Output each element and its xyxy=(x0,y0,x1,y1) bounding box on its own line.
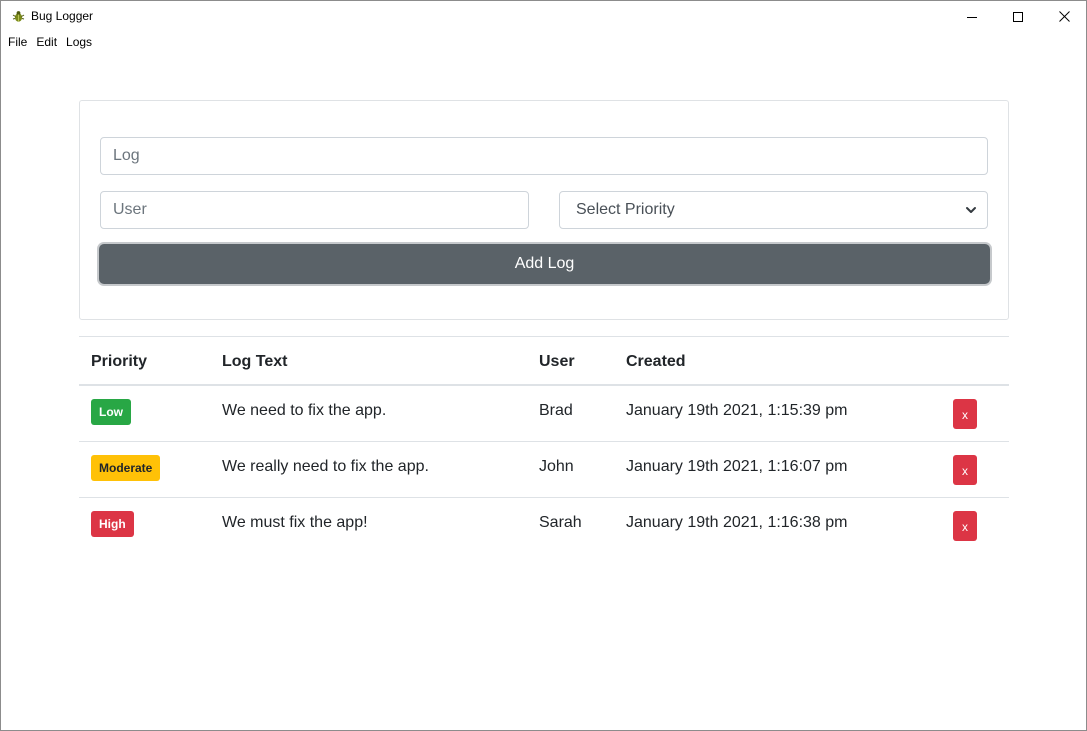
menu-file[interactable]: File xyxy=(1,32,33,52)
log-user: Sarah xyxy=(539,514,582,531)
log-created: January 19th 2021, 1:16:07 pm xyxy=(626,458,848,475)
priority-select-value: Select Priority xyxy=(576,201,675,218)
header-log-text: Log Text xyxy=(222,353,288,370)
header-user: User xyxy=(539,353,575,370)
priority-badge-moderate: Moderate xyxy=(91,455,161,481)
delete-button[interactable]: x xyxy=(953,399,977,429)
log-text: We really need to fix the app. xyxy=(222,458,429,475)
table-row: Low We need to fix the app. Brad January… xyxy=(79,386,1009,442)
log-placeholder: Log xyxy=(113,147,140,164)
logs-table: Priority Log Text User Created Low We ne… xyxy=(79,336,1009,554)
delete-button[interactable]: x xyxy=(953,511,977,541)
priority-badge-high: High xyxy=(91,511,134,537)
minimize-icon xyxy=(967,16,977,18)
add-log-form: Log User Select Priority Add Log xyxy=(79,100,1009,320)
header-created: Created xyxy=(626,353,686,370)
table-row: Moderate We really need to fix the app. … xyxy=(79,442,1009,498)
chevron-down-icon xyxy=(966,207,976,213)
maximize-button[interactable] xyxy=(995,1,1041,32)
table-header: Priority Log Text User Created xyxy=(79,336,1009,386)
log-created: January 19th 2021, 1:16:38 pm xyxy=(626,514,848,531)
app-window: Bug Logger File Edit Logs Log User Selec… xyxy=(0,0,1087,731)
table-row: High We must fix the app! Sarah January … xyxy=(79,498,1009,554)
close-icon xyxy=(1058,11,1070,22)
log-input[interactable]: Log xyxy=(100,137,988,175)
user-input[interactable]: User xyxy=(100,191,529,229)
priority-badge-low: Low xyxy=(91,399,131,425)
log-text: We must fix the app! xyxy=(222,514,368,531)
header-priority: Priority xyxy=(91,353,148,370)
menu-edit[interactable]: Edit xyxy=(33,32,63,52)
menu-bar: File Edit Logs xyxy=(1,32,98,52)
log-text: We need to fix the app. xyxy=(222,402,387,419)
user-placeholder: User xyxy=(113,201,147,218)
menu-logs[interactable]: Logs xyxy=(63,32,98,52)
log-user: John xyxy=(539,458,574,475)
priority-select[interactable]: Select Priority xyxy=(559,191,988,229)
delete-button[interactable]: x xyxy=(953,455,977,485)
title-bar: Bug Logger xyxy=(1,1,1086,32)
window-title: Bug Logger xyxy=(31,9,94,23)
add-log-button[interactable]: Add Log xyxy=(99,244,990,284)
log-user: Brad xyxy=(539,402,573,419)
bug-icon xyxy=(12,11,25,22)
log-created: January 19th 2021, 1:15:39 pm xyxy=(626,402,848,419)
maximize-icon xyxy=(1013,11,1023,22)
minimize-button[interactable] xyxy=(949,1,995,32)
close-button[interactable] xyxy=(1041,1,1087,32)
